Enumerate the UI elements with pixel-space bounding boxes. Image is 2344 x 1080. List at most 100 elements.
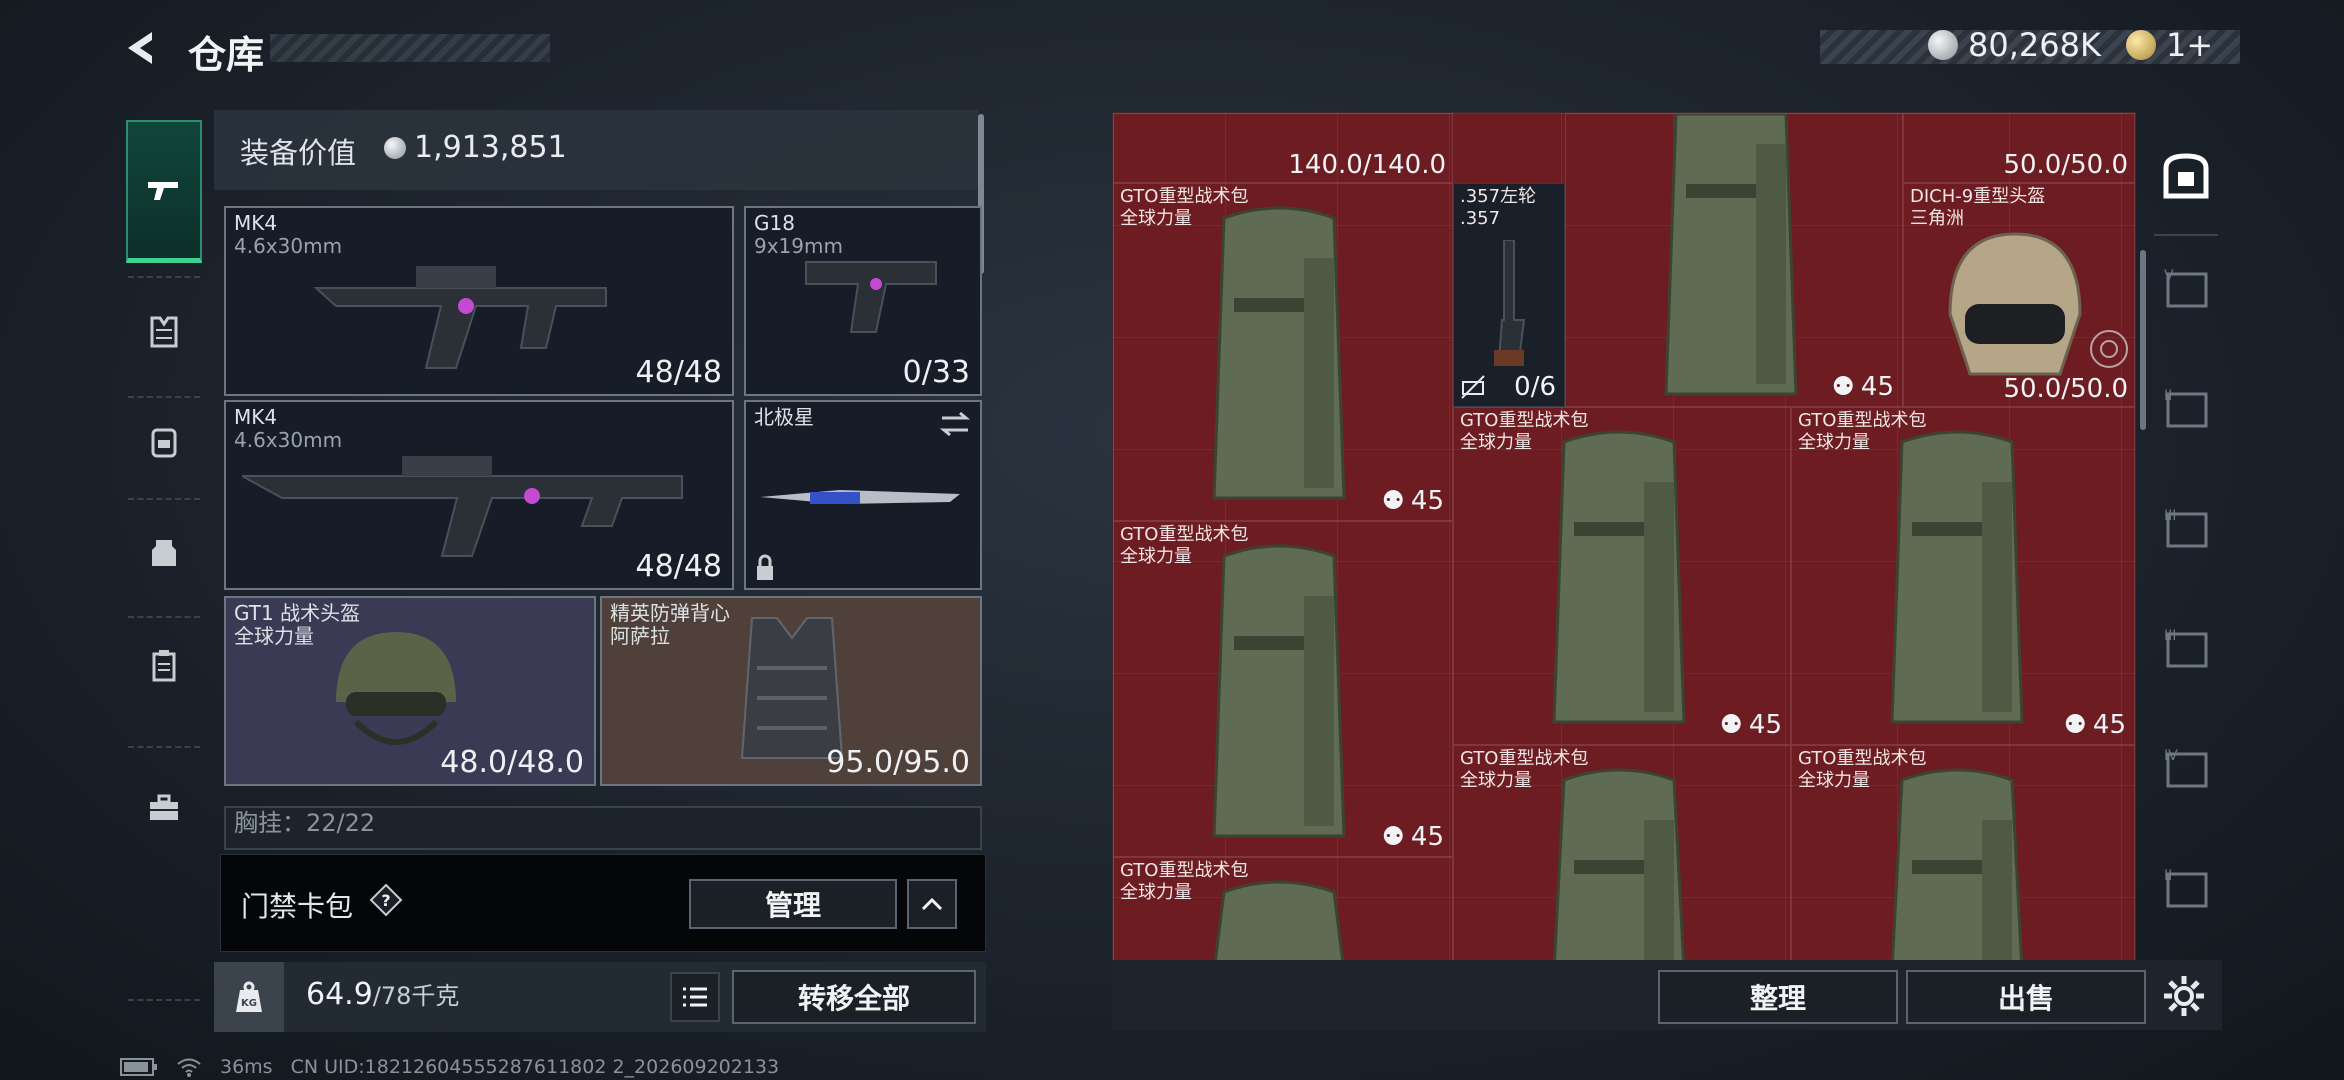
stash-page-icon: III bbox=[2164, 628, 2208, 668]
svg-text:V: V bbox=[2164, 268, 2174, 284]
secondary-weapon-slot[interactable]: G18 9x19mm 0/33 bbox=[744, 206, 982, 396]
premium-currency[interactable]: 1+ bbox=[2126, 26, 2213, 64]
grid-item-partial[interactable]: 50.0/50.0 bbox=[1903, 113, 2135, 183]
melee-slot[interactable]: 北极星 bbox=[744, 400, 982, 590]
transfer-all-button[interactable]: 转移全部 bbox=[732, 970, 976, 1024]
grid-item-revolver[interactable]: .357左轮 .357 0/6 bbox=[1453, 183, 1565, 407]
gear-icon[interactable] bbox=[2162, 974, 2206, 1018]
silver-currency: 80,268K bbox=[1928, 26, 2101, 64]
divider bbox=[128, 276, 200, 278]
grid-item-backpack[interactable]: GTO重型战术包 全球力量 ⚉ 45 bbox=[1113, 183, 1453, 521]
silver-coin-icon bbox=[384, 136, 406, 159]
revolver-icon bbox=[1494, 240, 1526, 366]
svg-text:II: II bbox=[2164, 868, 2172, 884]
body-armor-slot[interactable]: 精英防弹背心 阿萨拉 95.0/95.0 bbox=[600, 596, 982, 786]
tab-stash-iv[interactable]: IV bbox=[2158, 742, 2214, 798]
divider bbox=[128, 746, 200, 748]
sell-button[interactable]: 出售 bbox=[1906, 970, 2146, 1024]
divider bbox=[128, 498, 200, 500]
silver-coin-icon bbox=[1928, 30, 1958, 60]
uid-text: CN UID:18212604555287611802 2_2026092021… bbox=[290, 1056, 780, 1078]
armor-vest-icon bbox=[150, 316, 178, 348]
grid-item-backpack[interactable]: GTO重型战术包 全球力量 bbox=[1453, 745, 1791, 961]
stash-page-icon: IV bbox=[2164, 748, 2208, 788]
help-icon[interactable]: ? bbox=[369, 883, 403, 917]
svg-text:?: ? bbox=[381, 891, 390, 910]
tab-stash-v[interactable]: V bbox=[2158, 262, 2214, 318]
tab-stash-iii[interactable]: III bbox=[2158, 502, 2214, 558]
durability: 50.0/50.0 bbox=[2003, 374, 2128, 404]
tab-tools[interactable] bbox=[128, 772, 200, 844]
durability: 50.0/50.0 bbox=[2003, 150, 2128, 180]
header-decor bbox=[270, 34, 550, 62]
backpack-icon bbox=[1664, 114, 1798, 396]
ammo-count: 0/33 bbox=[902, 355, 970, 390]
stash-action-bar: 整理 出售 bbox=[1112, 960, 2222, 1030]
svg-text:II: II bbox=[2164, 388, 2172, 404]
premium-amount: 1+ bbox=[2166, 26, 2214, 64]
equipment-panel: 装备价值 1,913,851 MK4 4.6x30mm 48/48 G18 9x19… bbox=[214, 110, 986, 1035]
grid-item-backpack[interactable]: GTO重型战术包 全球力量 ⚉ 45 bbox=[1113, 521, 1453, 857]
backpack-icon bbox=[1890, 430, 2024, 724]
clipboard-icon bbox=[152, 650, 176, 682]
grid-item-backpack[interactable]: GTO重型战术包 全球力量 bbox=[1791, 745, 2135, 961]
list-view-button[interactable] bbox=[670, 972, 720, 1022]
divider bbox=[128, 999, 200, 1001]
item-count: ⚉ 45 bbox=[1381, 486, 1444, 516]
grid-item-backpack[interactable]: GTO重型战术包 全球力量 bbox=[1113, 857, 1453, 961]
equipment-value-bar: 装备价值 1,913,851 bbox=[214, 110, 978, 190]
helmet-icon bbox=[1948, 232, 2082, 376]
swap-icon[interactable] bbox=[938, 410, 972, 438]
divider bbox=[128, 616, 200, 618]
primary-weapon-slot-2[interactable]: MK4 4.6x30mm 48/48 bbox=[224, 400, 734, 590]
tab-chest-rig[interactable] bbox=[128, 516, 200, 588]
pistol-icon bbox=[805, 261, 937, 333]
chest-rig-row[interactable]: 胸挂：22/22 bbox=[224, 806, 982, 850]
slot-name: 精英防弹背心 阿萨拉 bbox=[610, 601, 730, 648]
tab-backpack[interactable] bbox=[128, 406, 200, 478]
item-count: ⚉ 45 bbox=[1719, 710, 1782, 740]
grid-item-backpack[interactable]: ⚉ 45 bbox=[1565, 113, 1903, 407]
target-icon bbox=[2090, 330, 2128, 368]
helmet-slot[interactable]: GT1 战术头盔 全球力量 48.0/48.0 bbox=[224, 596, 596, 786]
tab-safe[interactable] bbox=[2158, 148, 2214, 204]
grid-item-backpack[interactable]: GTO重型战术包 全球力量 ⚉ 45 bbox=[1791, 407, 2135, 745]
tab-armor[interactable] bbox=[128, 296, 200, 368]
ammo-count: 48/48 bbox=[635, 549, 722, 584]
ping-value: 36ms bbox=[220, 1056, 273, 1078]
stash-page-icon: V bbox=[2164, 268, 2208, 308]
item-count: ⚉ 45 bbox=[1831, 372, 1894, 402]
tab-stash-ii-b[interactable]: II bbox=[2158, 862, 2214, 918]
item-count: ⚉ 45 bbox=[1381, 822, 1444, 852]
slot-name: 北极星 bbox=[754, 405, 814, 429]
stash-scrollbar[interactable] bbox=[2140, 250, 2146, 430]
equipment-value: 1,913,851 bbox=[384, 130, 567, 165]
gold-coin-icon bbox=[2126, 30, 2156, 60]
tab-stash-iii-b[interactable]: III bbox=[2158, 622, 2214, 678]
grid-item-helmet[interactable]: DICH-9重型头盔 三角洲 50.0/50.0 bbox=[1903, 183, 2135, 407]
list-icon bbox=[683, 987, 707, 1007]
equipment-value-label: 装备价值 bbox=[240, 136, 357, 170]
weight-bar: KG 64.9/78千克 转移全部 bbox=[214, 962, 986, 1032]
status-bar: 36ms CN UID:18212604555287611802 2_20260… bbox=[120, 1056, 779, 1078]
backpack-icon bbox=[1213, 880, 1345, 961]
keycard-label: 门禁卡包 bbox=[241, 890, 354, 923]
tab-items[interactable] bbox=[128, 630, 200, 702]
manage-button[interactable]: 管理 bbox=[689, 879, 897, 929]
no-ammo-icon bbox=[1461, 375, 1485, 399]
divider bbox=[2154, 234, 2218, 236]
svg-text:III: III bbox=[2164, 508, 2176, 524]
expand-button[interactable] bbox=[907, 879, 957, 929]
grid-item-backpack[interactable]: GTO重型战术包 全球力量 ⚉ 45 bbox=[1453, 407, 1791, 745]
sort-button[interactable]: 整理 bbox=[1658, 970, 1898, 1024]
stash-page-icon: II bbox=[2164, 388, 2208, 428]
tab-weapons[interactable] bbox=[126, 120, 202, 263]
safe-icon bbox=[2163, 153, 2209, 199]
silver-amount: 80,268K bbox=[1968, 26, 2101, 64]
tab-stash-ii[interactable]: II bbox=[2158, 382, 2214, 438]
grid-item-partial[interactable]: 140.0/140.0 bbox=[1113, 113, 1453, 183]
backpack-icon bbox=[1212, 206, 1346, 500]
back-arrow-icon[interactable] bbox=[118, 26, 162, 70]
keycard-bar: 门禁卡包 ? 管理 bbox=[220, 854, 986, 952]
primary-weapon-slot[interactable]: MK4 4.6x30mm 48/48 bbox=[224, 206, 734, 396]
